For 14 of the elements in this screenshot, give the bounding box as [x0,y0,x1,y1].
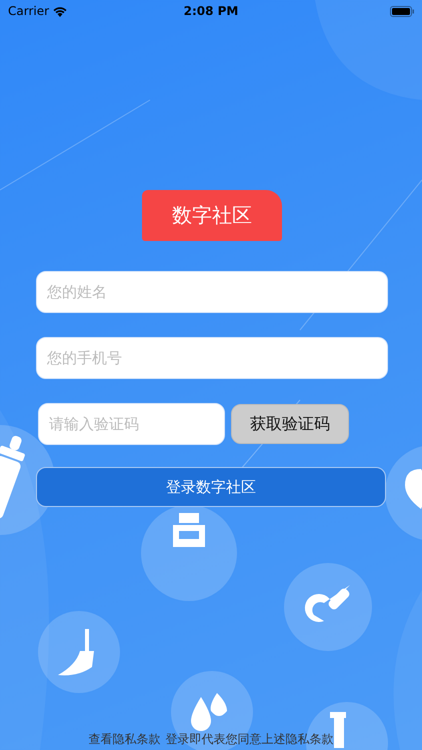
consent-notice: 登录即代表您同意上述隐私条款 [166,731,334,748]
input-field[interactable]: 您的手机号 [36,337,388,379]
broom-icon [38,611,120,693]
battery-icon [390,6,414,16]
privacy-link[interactable]: 查看隐私条款 [88,731,160,748]
app-title: 数字社区 [142,190,282,241]
wifi-icon [53,6,68,16]
get-code-button[interactable]: 获取验证码 [231,404,349,444]
status-time: 2:08 PM [184,4,238,18]
login-button[interactable]: 登录数字社区 [36,467,386,507]
input-field[interactable]: 您的姓名 [36,271,388,313]
carrier-label: Carrier [8,4,50,18]
code-field[interactable]: 请输入验证码 [38,403,225,445]
ink-bottle-icon [141,505,237,601]
